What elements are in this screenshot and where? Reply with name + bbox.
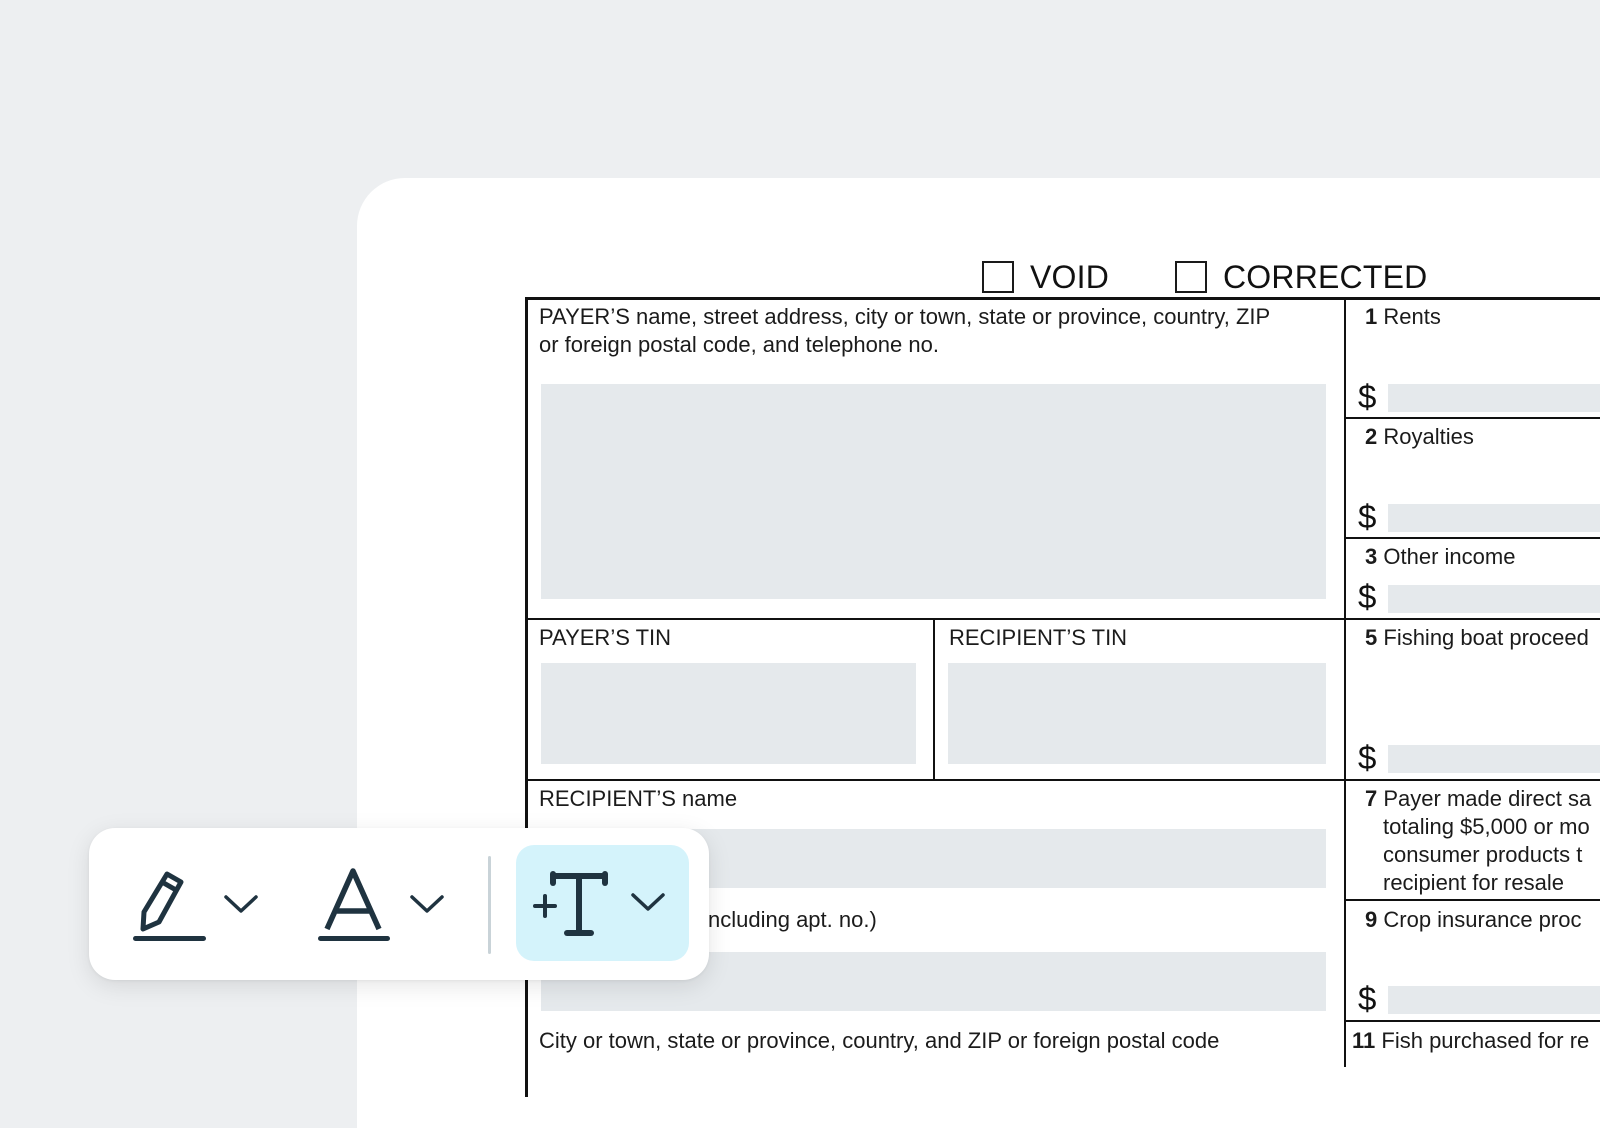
box-9-currency: $: [1358, 980, 1377, 1017]
box-divider: [1344, 1020, 1600, 1022]
box-5-currency: $: [1358, 739, 1377, 776]
box-1-field[interactable]: [1388, 384, 1600, 412]
box-2-currency: $: [1358, 498, 1377, 535]
add-text-tool-button[interactable]: [532, 866, 682, 946]
annotation-toolbar: [89, 828, 709, 980]
box-3-label: 3 Other income: [1365, 544, 1516, 569]
recipient-tin-label: RECIPIENT’S TIN: [949, 625, 1128, 650]
box-divider: [1344, 779, 1600, 781]
box-7-label-4: recipient for resale: [1383, 870, 1564, 895]
tin-divider: [933, 618, 935, 780]
box-7-label: 7 Payer made direct sa: [1365, 786, 1592, 811]
box-5-field[interactable]: [1388, 745, 1600, 773]
letter-a-icon: [318, 868, 390, 941]
box-5-label: 5 Fishing boat proceed: [1365, 625, 1589, 650]
row-divider: [525, 618, 1345, 620]
text-style-tool-button[interactable]: [317, 866, 457, 946]
toolbar-divider: [488, 856, 491, 954]
chevron-down-icon[interactable]: [630, 890, 666, 914]
void-checkbox[interactable]: [982, 261, 1014, 293]
payer-block-label: PAYER’S name, street address, city or to…: [539, 304, 1271, 329]
box-2-label: 2 Royalties: [1365, 424, 1474, 449]
pen-icon: [133, 871, 206, 941]
box-divider: [1344, 618, 1600, 620]
void-label: VOID: [1030, 259, 1110, 295]
box-1-currency: $: [1358, 378, 1377, 415]
add-text-icon: [533, 871, 608, 936]
box-11-label: 11 Fish purchased for re: [1352, 1028, 1590, 1053]
corrected-checkbox[interactable]: [1175, 261, 1207, 293]
recipient-tin-field[interactable]: [948, 663, 1326, 764]
payer-info-field[interactable]: [541, 384, 1326, 599]
city-label: City or town, state or province, country…: [539, 1028, 1220, 1053]
box-7-label-2: totaling $5,000 or mo: [1383, 814, 1590, 839]
box-9-label: 9 Crop insurance proc: [1365, 907, 1582, 932]
street-address-label: ncluding apt. no.): [708, 907, 877, 932]
column-divider: [1344, 297, 1346, 1067]
box-9-field[interactable]: [1388, 986, 1600, 1014]
box-2-field[interactable]: [1388, 504, 1600, 532]
chevron-down-icon[interactable]: [223, 892, 259, 916]
chevron-down-icon[interactable]: [409, 892, 445, 916]
box-7-label-3: consumer products t: [1383, 842, 1583, 867]
corrected-label: CORRECTED: [1223, 259, 1428, 295]
signature-tool-button[interactable]: [129, 866, 269, 946]
box-1-label: 1 Rents: [1365, 304, 1441, 329]
payer-tin-label: PAYER’S TIN: [539, 625, 672, 650]
payer-tin-field[interactable]: [541, 663, 916, 764]
box-divider: [1344, 417, 1600, 419]
box-3-currency: $: [1358, 578, 1377, 615]
recipient-name-label: RECIPIENT’S name: [539, 786, 738, 811]
box-divider: [1344, 537, 1600, 539]
box-3-field[interactable]: [1388, 585, 1600, 613]
payer-block-label-2: or foreign postal code, and telephone no…: [539, 332, 939, 357]
row-divider: [525, 779, 1345, 781]
box-divider: [1344, 899, 1600, 901]
